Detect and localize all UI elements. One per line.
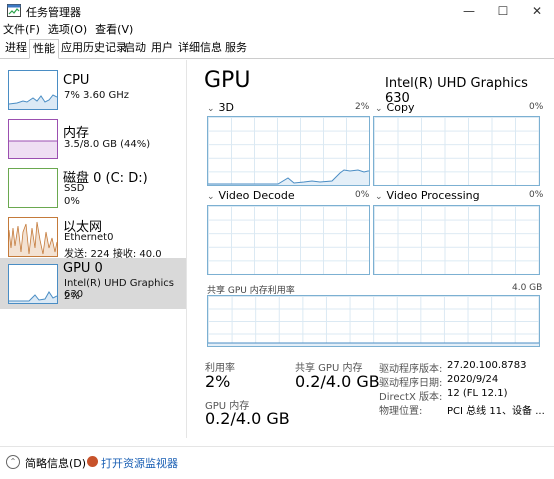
menu-view[interactable]: 查看(V) (95, 22, 133, 38)
resource-monitor-icon (87, 456, 98, 467)
shared-memory-graph-max: 4.0 GB (512, 283, 543, 293)
tab-users[interactable]: 用户 (148, 39, 176, 57)
graph-video-decode-title[interactable]: ⌄ Video Decode (207, 189, 295, 202)
sidebar-item-detail: 0% (64, 196, 80, 207)
menu-file[interactable]: 文件(F) (3, 22, 40, 38)
graph-video-decode (207, 205, 370, 275)
sidebar-item-gpu[interactable]: GPU 0 Intel(R) UHD Graphics 630 2% (0, 258, 186, 309)
sidebar-item-detail: 3.5/8.0 GB (44%) (64, 139, 151, 150)
shared-memory-graph-fill (208, 342, 539, 346)
close-button[interactable]: ✕ (520, 0, 554, 22)
directx-version-value: 12 (FL 12.1) (447, 388, 508, 399)
driver-version-value: 27.20.100.8783 (447, 360, 527, 371)
tab-startup[interactable]: 启动 (121, 39, 149, 57)
collapse-chevron-icon[interactable]: ⌃ (6, 455, 20, 469)
graph-label: Copy (386, 101, 415, 114)
sidebar-item-detail: Intel(R) UHD Graphics 630 (64, 278, 174, 300)
disk-thumbnail-graph (8, 168, 58, 208)
sidebar-item-name: CPU (63, 73, 90, 88)
performance-sidebar: CPU 7% 3.60 GHz 内存 3.5/8.0 GB (44%) 磁盘 0… (0, 60, 186, 438)
menu-options[interactable]: 选项(O) (48, 22, 87, 38)
driver-date-value: 2020/9/24 (447, 374, 499, 385)
tab-app-history[interactable]: 应用历史记录 (58, 39, 130, 57)
window-title: 任务管理器 (26, 6, 81, 19)
graph-label: Video Processing (386, 189, 480, 202)
fewer-details-link[interactable]: 简略信息(D) (25, 455, 86, 471)
sidebar-item-detail: 2% (64, 291, 80, 302)
graph-3d-line (208, 169, 369, 185)
page-title: GPU (204, 68, 251, 93)
sidebar-item-disk[interactable]: 磁盘 0 (C: D:) SSD 0% (0, 164, 186, 213)
graph-label: Video Decode (218, 189, 295, 202)
tab-services[interactable]: 服务 (222, 39, 250, 57)
ethernet-thumbnail-graph (8, 217, 58, 257)
panel-divider (186, 60, 187, 438)
driver-date-label: 驱动程序日期: (379, 378, 443, 389)
menu-bar: 文件(F) 选项(O) 查看(V) (0, 22, 138, 40)
sidebar-item-name: GPU 0 (63, 261, 103, 276)
chevron-down-icon: ⌄ (375, 104, 383, 114)
graph-3d-title[interactable]: ⌄ 3D (207, 101, 234, 114)
directx-version-label: DirectX 版本: (379, 392, 443, 403)
maximize-button[interactable]: ☐ (486, 0, 520, 22)
sidebar-item-ethernet[interactable]: 以太网 Ethernet0 发送: 224 接收: 40.0 Kbps (0, 213, 186, 271)
utilization-value: 2% (205, 372, 231, 391)
chevron-down-icon: ⌄ (207, 104, 215, 114)
graph-copy-title[interactable]: ⌄ Copy (375, 101, 414, 114)
sidebar-item-memory[interactable]: 内存 3.5/8.0 GB (44%) (0, 115, 186, 164)
graph-3d (207, 116, 370, 186)
sidebar-item-detail: SSD (64, 183, 85, 194)
driver-version-label: 驱动程序版本: (379, 364, 443, 375)
minimize-button[interactable]: — (452, 0, 486, 22)
sidebar-item-detail: Ethernet0 (64, 232, 114, 243)
tab-performance[interactable]: 性能 (29, 39, 59, 59)
chevron-down-icon: ⌄ (207, 192, 215, 202)
graph-percent: 0% (529, 102, 544, 112)
memory-thumbnail-graph (8, 119, 58, 159)
graph-copy (373, 116, 540, 186)
graph-percent: 2% (355, 102, 370, 112)
graph-video-processing-title[interactable]: ⌄ Video Processing (375, 189, 480, 202)
sidebar-item-detail: 7% 3.60 GHz (64, 90, 130, 101)
physical-location-label: 物理位置: (379, 406, 423, 417)
shared-memory-graph (207, 295, 540, 347)
graph-video-processing (373, 205, 540, 275)
cpu-thumbnail-graph (8, 70, 58, 110)
graph-percent: 0% (529, 190, 544, 200)
graph-percent: 0% (355, 190, 370, 200)
gpu-thumbnail-graph (8, 264, 58, 304)
tab-bar: 进程 性能 应用历史记录 启动 用户 详细信息 服务 (0, 39, 554, 59)
open-resource-monitor-link[interactable]: 打开资源监视器 (101, 455, 178, 471)
graph-label: 3D (218, 101, 235, 114)
task-manager-icon (7, 4, 21, 17)
chevron-down-icon: ⌄ (375, 192, 383, 202)
gpu-memory-value: 0.2/4.0 GB (205, 409, 290, 428)
sidebar-item-cpu[interactable]: CPU 7% 3.60 GHz (0, 66, 186, 115)
shared-gpu-memory-value: 0.2/4.0 GB (295, 372, 380, 391)
tab-details[interactable]: 详细信息 (175, 39, 225, 57)
tab-processes[interactable]: 进程 (2, 39, 30, 57)
physical-location-value: PCI 总线 11、设备 ... (447, 406, 545, 417)
